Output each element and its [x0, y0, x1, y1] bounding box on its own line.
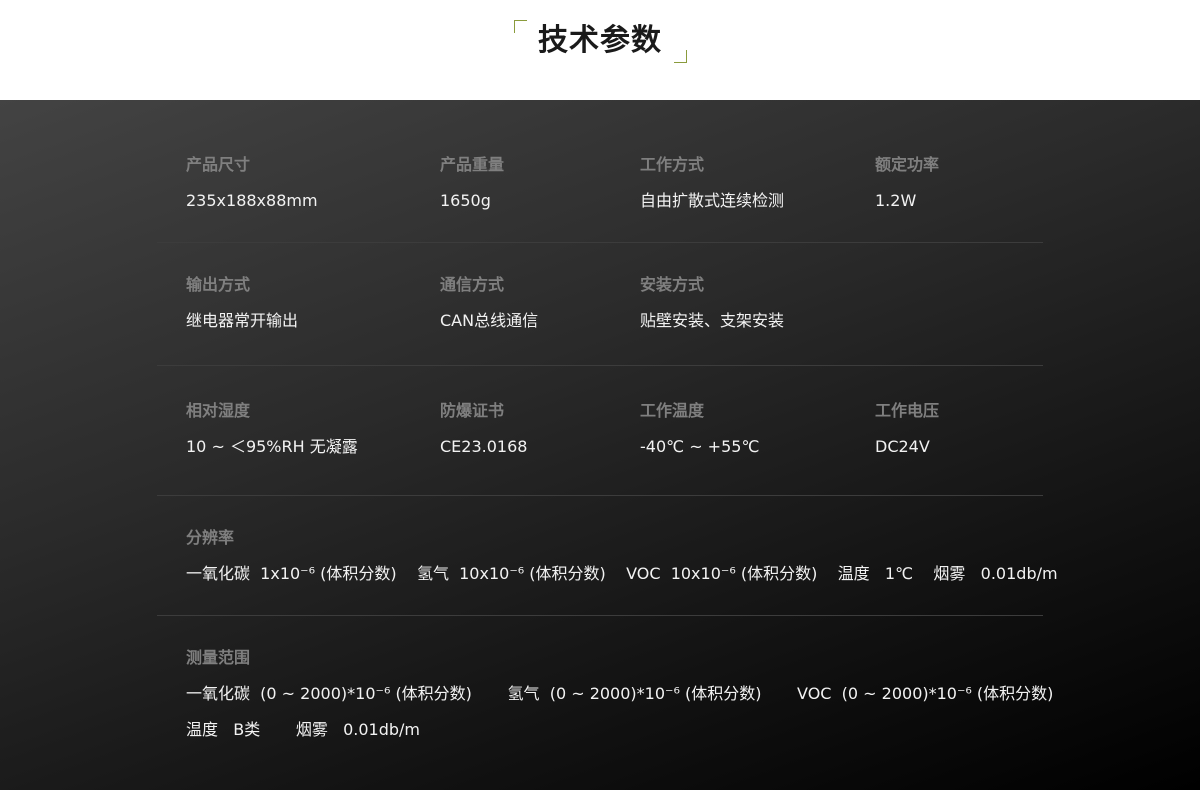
- spec-label: 额定功率: [875, 155, 940, 174]
- row-divider: [157, 365, 1043, 366]
- spec-label: 工作方式: [640, 155, 705, 174]
- spec-output: 输出方式 继电器常开输出: [186, 274, 298, 332]
- spec-value: 235x188x88mm: [186, 191, 318, 210]
- spec-value: 1650g: [440, 191, 491, 210]
- spec-temperature: 工作温度 -40℃ ~ +55℃: [640, 400, 759, 458]
- spec-label: 通信方式: [440, 275, 505, 294]
- corner-bracket-bottom-right: [674, 50, 687, 63]
- row-divider: [157, 495, 1043, 496]
- row-divider: [157, 242, 1043, 243]
- spec-label: 安装方式: [640, 275, 705, 294]
- spec-size: 产品尺寸 235x188x88mm: [186, 154, 318, 212]
- spec-resolution: 分辨率 一氧化碳 1x10⁻⁶ (体积分数) 氢气 10x10⁻⁶ (体积分数)…: [186, 527, 1058, 585]
- spec-label: 工作电压: [875, 401, 940, 420]
- spec-label: 防爆证书: [440, 401, 505, 420]
- row-divider: [157, 615, 1043, 616]
- spec-panel: 产品尺寸 235x188x88mm 产品重量 1650g 工作方式 自由扩散式连…: [0, 100, 1200, 790]
- spec-value: 1.2W: [875, 191, 917, 210]
- spec-value-line-1: 一氧化碳 (0 ~ 2000)*10⁻⁶ (体积分数) 氢气 (0 ~ 2000…: [186, 684, 1054, 703]
- spec-label: 产品尺寸: [186, 155, 251, 174]
- spec-value: 一氧化碳 1x10⁻⁶ (体积分数) 氢气 10x10⁻⁶ (体积分数) VOC…: [186, 564, 1058, 583]
- page-title: 技术参数: [538, 23, 662, 58]
- spec-work-mode: 工作方式 自由扩散式连续检测: [640, 154, 784, 212]
- spec-comm: 通信方式 CAN总线通信: [440, 274, 538, 332]
- spec-value: 10 ~ ＜95%RH 无凝露: [186, 437, 358, 456]
- spec-value: DC24V: [875, 437, 930, 456]
- spec-value: 贴壁安装、支架安装: [640, 311, 785, 330]
- spec-power: 额定功率 1.2W: [875, 154, 939, 212]
- spec-value-line-2: 温度 B类 烟雾 0.01db/m: [186, 720, 421, 739]
- spec-value: 继电器常开输出: [186, 311, 299, 330]
- spec-humidity: 相对湿度 10 ~ ＜95%RH 无凝露: [186, 400, 358, 458]
- spec-label: 相对湿度: [186, 401, 251, 420]
- spec-label: 产品重量: [440, 155, 505, 174]
- spec-label: 分辨率: [186, 528, 235, 547]
- spec-measurement-range: 测量范围 一氧化碳 (0 ~ 2000)*10⁻⁶ (体积分数) 氢气 (0 ~…: [186, 647, 1053, 741]
- spec-voltage: 工作电压 DC24V: [875, 400, 939, 458]
- spec-label: 输出方式: [186, 275, 251, 294]
- spec-value: CAN总线通信: [440, 311, 539, 330]
- section-header: 技术参数: [0, 0, 1200, 100]
- spec-value: -40℃ ~ +55℃: [640, 437, 760, 456]
- spec-explosion-cert: 防爆证书 CE23.0168: [440, 400, 527, 458]
- spec-value: CE23.0168: [440, 437, 528, 456]
- spec-label: 工作温度: [640, 401, 705, 420]
- spec-install: 安装方式 贴壁安装、支架安装: [640, 274, 784, 332]
- spec-label: 测量范围: [186, 648, 251, 667]
- spec-weight: 产品重量 1650g: [440, 154, 504, 212]
- spec-value: 自由扩散式连续检测: [640, 191, 785, 210]
